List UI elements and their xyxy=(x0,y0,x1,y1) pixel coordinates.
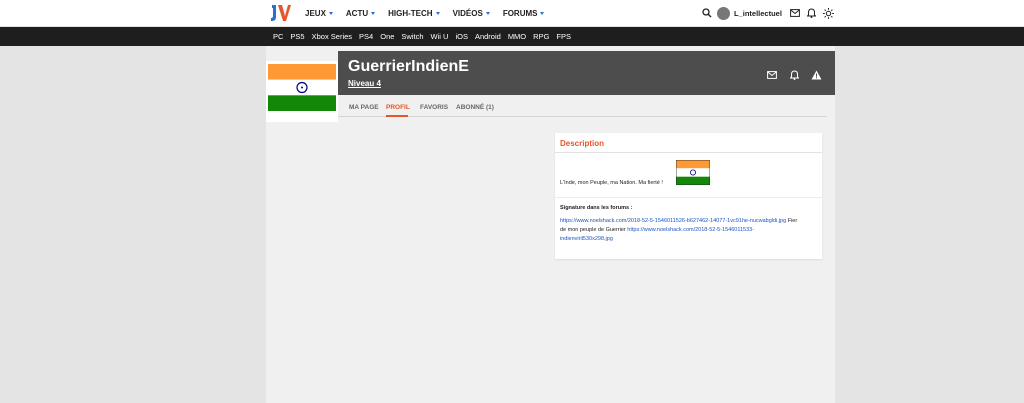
description-card: Description L'Inde, mon Peuple, ma Natio… xyxy=(555,133,822,259)
tab-profil[interactable]: PROFIL xyxy=(386,104,410,111)
bell-icon[interactable] xyxy=(787,68,801,82)
platform-link-android[interactable]: Android xyxy=(475,32,501,41)
platform-link-mmo[interactable]: MMO xyxy=(508,32,526,41)
profile-header: GuerrierIndienE Niveau 4 xyxy=(338,51,835,95)
platform-link-xbox-series[interactable]: Xbox Series xyxy=(312,32,352,41)
avatar[interactable] xyxy=(717,6,730,20)
profile-actions xyxy=(757,68,823,82)
mail-icon[interactable] xyxy=(788,6,802,20)
platform-link-ps5[interactable]: PS5 xyxy=(290,32,304,41)
mail-icon[interactable] xyxy=(765,68,779,82)
divider xyxy=(555,197,822,198)
platform-link-pc[interactable]: PC xyxy=(273,32,283,41)
profile-name: GuerrierIndienE xyxy=(348,58,469,75)
platform-list: PC PS5 Xbox Series PS4 One Switch Wii U … xyxy=(273,27,578,46)
profile-tabs: MA PAGE PROFIL FAVORIS ABONNÉ (1) xyxy=(338,95,827,117)
description-text: L'Inde, mon Peuple, ma Nation. Ma fierté… xyxy=(560,180,663,186)
nav-item-jeux[interactable]: JEUX xyxy=(305,9,333,18)
signature-link-1[interactable]: https://www.noelshack.com/2018-52-5-1546… xyxy=(560,218,786,224)
platform-link-switch[interactable]: Switch xyxy=(401,32,423,41)
user-toolbar: L_intellectuel xyxy=(700,0,839,26)
nav-item-videos[interactable]: VIDÉOS xyxy=(453,9,490,18)
signature-label: Signature dans les forums : xyxy=(560,205,633,211)
search-icon[interactable] xyxy=(700,6,714,20)
theme-sun-icon[interactable] xyxy=(822,6,836,20)
top-navigation: JEUX ACTU HIGH-TECH VIDÉOS FORUMS L_inte… xyxy=(0,0,1024,26)
platform-link-ps4[interactable]: PS4 xyxy=(359,32,373,41)
main-menu: JEUX ACTU HIGH-TECH VIDÉOS FORUMS xyxy=(305,0,557,26)
signature-body: https://www.noelshack.com/2018-52-5-1546… xyxy=(560,217,800,244)
platform-link-wii-u[interactable]: Wii U xyxy=(431,32,449,41)
caret-down-icon xyxy=(485,11,490,15)
nav-item-actu[interactable]: ACTU xyxy=(345,8,376,18)
caret-down-icon xyxy=(371,11,376,15)
username[interactable]: L_intellectuel xyxy=(734,9,782,18)
caret-down-icon xyxy=(435,11,440,15)
tab-ma-page[interactable]: MA PAGE xyxy=(349,104,379,111)
description-india-flag xyxy=(676,160,710,185)
platform-link-one[interactable]: One xyxy=(380,32,394,41)
platform-bar: PC PS5 Xbox Series PS4 One Switch Wii U … xyxy=(0,27,1024,46)
nav-item-label: HIGH-TECH xyxy=(388,8,433,18)
profile-level-link[interactable]: Niveau 4 xyxy=(348,79,381,88)
divider xyxy=(555,152,822,153)
bell-icon[interactable] xyxy=(805,6,819,20)
warning-icon[interactable] xyxy=(809,68,823,82)
profile-avatar-india-flag xyxy=(268,64,336,111)
nav-item-label: ACTU xyxy=(345,8,369,18)
nav-item-forums[interactable]: FORUMS xyxy=(503,9,545,18)
jv-logo[interactable] xyxy=(270,3,292,23)
platform-link-rpg[interactable]: RPG xyxy=(533,32,549,41)
active-tab-indicator xyxy=(386,115,408,117)
description-title: Description xyxy=(560,139,605,148)
caret-down-icon xyxy=(540,11,545,15)
nav-item-label: VIDÉOS xyxy=(452,8,483,18)
tab-favoris[interactable]: FAVORIS xyxy=(420,104,448,111)
nav-item-high-tech[interactable]: HIGH-TECH xyxy=(388,8,440,18)
platform-link-fps[interactable]: FPS xyxy=(556,32,571,41)
nav-item-label: FORUMS xyxy=(502,8,538,18)
tab-abonne[interactable]: ABONNÉ (1) xyxy=(456,104,494,111)
platform-link-ios[interactable]: iOS xyxy=(455,32,468,41)
nav-item-label: JEUX xyxy=(305,8,326,18)
caret-down-icon xyxy=(328,11,333,15)
